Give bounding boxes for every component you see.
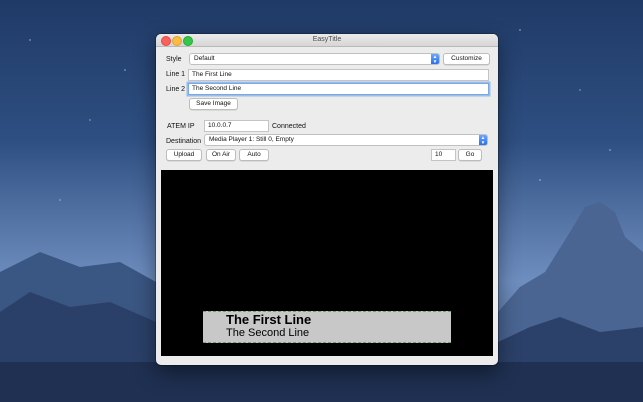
auto-button[interactable]: Auto xyxy=(239,149,269,161)
upload-button[interactable]: Upload xyxy=(166,149,202,161)
style-select-value: Default xyxy=(194,55,215,62)
line1-label: Line 1 xyxy=(166,71,186,78)
title-bar[interactable]: EasyTitle xyxy=(156,34,498,47)
style-select[interactable]: Default ▲ ▼ xyxy=(189,53,440,65)
go-button[interactable]: Go xyxy=(458,149,482,161)
chevron-updown-icon: ▲ ▼ xyxy=(431,54,439,64)
atem-ip-field[interactable]: 10.0.0.7 xyxy=(204,120,269,132)
destination-label: Destination xyxy=(166,138,202,145)
app-window: EasyTitle Style Default ▲ ▼ Customize Lin… xyxy=(156,34,498,365)
frames-field[interactable]: 10 xyxy=(431,149,456,161)
lower-third-graphic: The First Line The Second Line xyxy=(203,311,451,343)
connection-status: Connected xyxy=(272,123,306,130)
line1-field[interactable]: The First Line xyxy=(188,69,489,81)
chevron-updown-icon: ▲ ▼ xyxy=(479,135,487,145)
window-title: EasyTitle xyxy=(312,36,342,43)
line2-label: Line 2 xyxy=(166,86,186,93)
style-label: Style xyxy=(166,56,182,63)
preview-line1: The First Line xyxy=(226,312,312,327)
destination-select[interactable]: Media Player 1: Still 0, Empty ▲ ▼ xyxy=(204,134,488,146)
destination-select-value: Media Player 1: Still 0, Empty xyxy=(209,136,294,143)
on-air-button[interactable]: On Air xyxy=(206,149,236,161)
save-image-button[interactable]: Save Image xyxy=(189,98,238,110)
line2-field[interactable]: The Second Line xyxy=(188,83,489,95)
atem-ip-label: ATEM IP xyxy=(167,123,195,130)
preview-area: The First Line The Second Line xyxy=(161,170,493,356)
preview-line2: The Second Line xyxy=(226,327,310,339)
customize-button[interactable]: Customize xyxy=(443,53,490,65)
